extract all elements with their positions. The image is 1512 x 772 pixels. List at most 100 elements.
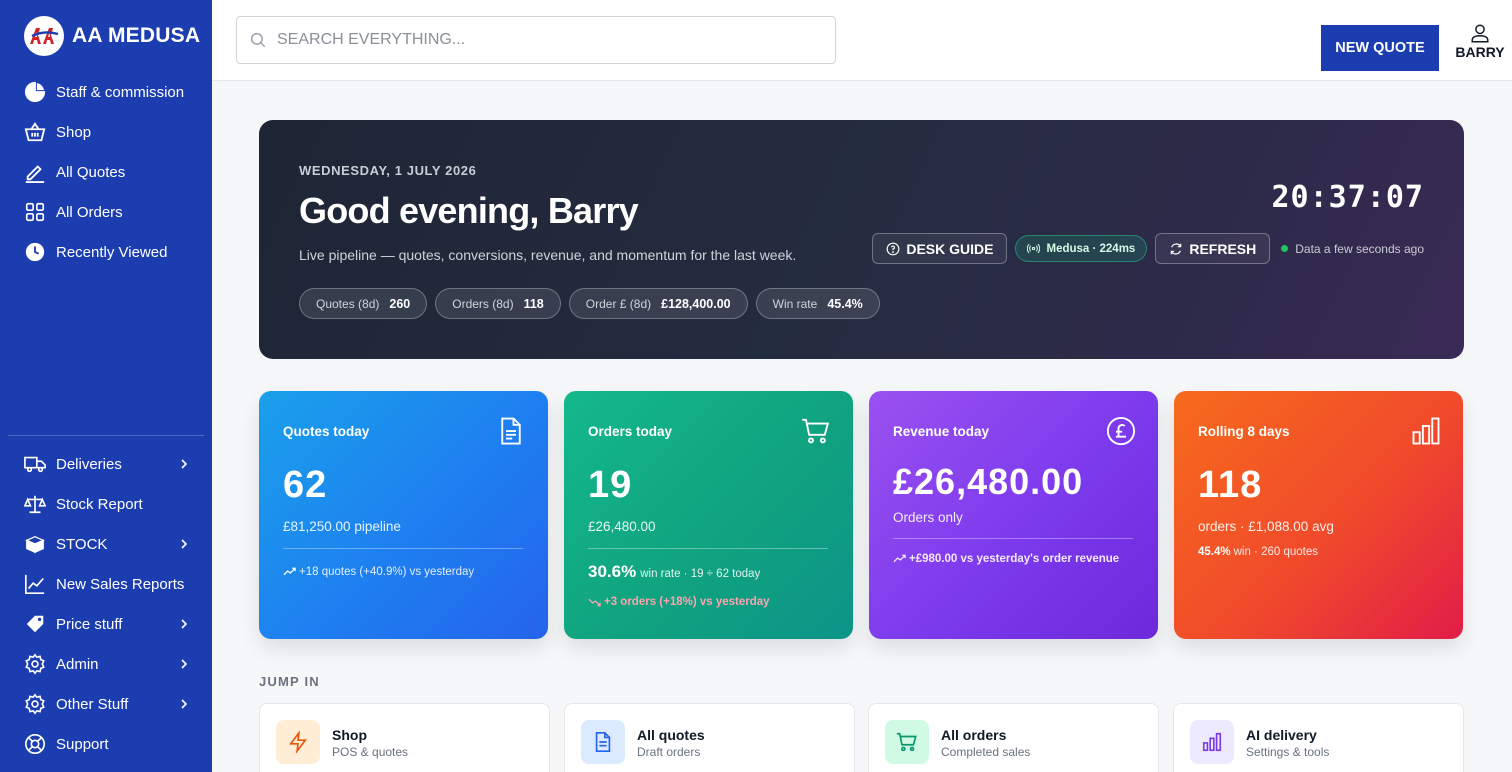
pound-icon — [1106, 416, 1136, 446]
refresh-label: REFRESH — [1189, 240, 1257, 257]
desk-guide-button[interactable]: DESK GUIDE — [872, 233, 1008, 264]
jump-card-all-orders[interactable]: All orders Completed sales — [868, 703, 1159, 772]
sidebar-item-label: Admin — [56, 655, 99, 673]
bar-chart-icon — [1190, 720, 1234, 764]
pill-label: Win rate — [772, 296, 818, 311]
jump-card-title: All orders — [941, 727, 1007, 743]
freshness-label: Data a few seconds ago — [1295, 241, 1424, 256]
brand-logo — [24, 16, 64, 56]
kpi-card-quotes[interactable]: Quotes today 62 £81,250.00 pipeline +18 … — [259, 391, 548, 639]
box-icon — [24, 533, 46, 555]
pill-value: 260 — [389, 296, 411, 311]
jump-card-shop[interactable]: Shop POS & quotes — [259, 703, 550, 772]
sidebar-item-label: Stock Report — [56, 495, 143, 513]
sidebar-divider — [8, 435, 204, 436]
trend-down-icon — [588, 598, 601, 607]
win-pct: 45.4% — [1198, 546, 1231, 558]
live-clock: 20:37:07 — [1271, 180, 1424, 215]
gear-icon — [24, 653, 46, 675]
pill-label: Order £ (8d) — [585, 296, 652, 311]
sidebar-item-label: Other Stuff — [56, 695, 129, 713]
sidebar-item-admin[interactable]: Admin — [24, 650, 190, 678]
search-input[interactable] — [277, 31, 817, 49]
sidebar-item-deliveries[interactable]: Deliveries — [24, 450, 190, 478]
sidebar-item-new-sales-reports[interactable]: New Sales Reports — [24, 570, 190, 598]
hero-date: WEDNESDAY, 1 JULY 2026 — [299, 163, 477, 178]
clock-icon — [24, 241, 46, 263]
kpi-subtext: £81,250.00 pipeline — [283, 519, 401, 534]
sidebar-item-staff-commission[interactable]: Staff & commission — [24, 78, 190, 106]
jump-card-subtitle: Completed sales — [941, 745, 1031, 759]
kpi-trend-text: +£980.00 vs yesterday's order revenue — [909, 553, 1120, 565]
desk-guide-label: DESK GUIDE — [906, 240, 994, 257]
broadcast-icon — [1027, 243, 1041, 254]
scale-icon — [24, 493, 46, 515]
win-rate-text: win rate · 19 ÷ 62 today — [640, 568, 761, 580]
sidebar-item-all-orders[interactable]: All Orders — [24, 198, 190, 226]
bar-chart-icon — [1412, 417, 1440, 445]
kpi-title: Revenue today — [893, 424, 990, 439]
hero-panel: WEDNESDAY, 1 JULY 2026 Good evening, Bar… — [259, 120, 1464, 359]
hero-actions: DESK GUIDE Medusa · 224ms REFRESH Data a… — [872, 233, 1424, 264]
sidebar-item-shop[interactable]: Shop — [24, 118, 190, 146]
new-quote-button[interactable]: NEW QUOTE — [1321, 25, 1439, 71]
search-icon — [250, 32, 266, 48]
sidebar-item-label: Price stuff — [56, 615, 123, 633]
data-freshness: Data a few seconds ago — [1281, 242, 1424, 256]
jump-card-title: Shop — [332, 727, 367, 743]
line-chart-icon — [24, 573, 46, 595]
topbar: NEW QUOTE BARRY — [212, 0, 1512, 81]
sidebar-item-label: New Sales Reports — [56, 575, 185, 593]
user-menu[interactable]: BARRY — [1448, 22, 1512, 60]
sidebar-item-label: All Quotes — [56, 163, 126, 181]
tag-icon — [24, 613, 46, 635]
basket-icon — [24, 121, 46, 143]
user-name: BARRY — [1455, 44, 1505, 60]
search-box[interactable] — [236, 16, 836, 64]
kpi-title: Quotes today — [283, 424, 370, 439]
kpi-divider — [588, 548, 828, 549]
brand[interactable]: AA MEDUSA — [24, 15, 200, 57]
sidebar-item-label: STOCK — [56, 535, 108, 553]
brand-name: AA MEDUSA — [72, 24, 201, 47]
jump-card-all-quotes[interactable]: All quotes Draft orders — [564, 703, 855, 772]
chevron-right-icon — [181, 459, 188, 469]
chevron-right-icon — [181, 539, 188, 549]
jump-card-ai-delivery[interactable]: AI delivery Settings & tools — [1173, 703, 1464, 772]
sidebar-item-recently-viewed[interactable]: Recently Viewed — [24, 238, 190, 266]
cart-icon — [885, 720, 929, 764]
sidebar-item-support[interactable]: Support — [24, 730, 190, 758]
sidebar-item-stock-report[interactable]: Stock Report — [24, 490, 190, 518]
sidebar-item-label: All Orders — [56, 203, 123, 221]
trend-up-icon — [893, 554, 906, 563]
kpi-card-revenue[interactable]: Revenue today £26,480.00 Orders only +£9… — [869, 391, 1158, 639]
kpi-card-rolling-8-days[interactable]: Rolling 8 days 118 orders · £1,088.00 av… — [1174, 391, 1463, 639]
sidebar-item-label: Shop — [56, 123, 92, 141]
grid-icon — [24, 201, 46, 223]
sidebar-item-label: Support — [56, 735, 109, 753]
kpi-subtext: Orders only — [893, 510, 963, 525]
kpi-value: 118 — [1198, 464, 1263, 506]
chevron-right-icon — [181, 699, 188, 709]
sidebar-item-other-stuff[interactable]: Other Stuff — [24, 690, 190, 718]
sidebar-item-price-stuff[interactable]: Price stuff — [24, 610, 190, 638]
kpi-card-orders[interactable]: Orders today 19 £26,480.00 30.6% win rat… — [564, 391, 853, 639]
sidebar-item-stock[interactable]: STOCK — [24, 530, 190, 558]
kpi-trend-text: +18 quotes (+40.9%) vs yesterday — [299, 566, 475, 578]
aa-logo-icon — [30, 28, 59, 44]
kpi-trend-text: +3 orders (+18%) vs yesterday — [604, 596, 770, 608]
kpi-subtext: £26,480.00 — [588, 519, 656, 534]
sidebar-item-label: Deliveries — [56, 455, 122, 473]
lightning-icon — [276, 720, 320, 764]
pill-value: £128,400.00 — [661, 296, 731, 311]
win-rate-value: 30.6% — [588, 562, 637, 581]
chevron-right-icon — [181, 619, 188, 629]
pill-label: Orders (8d) — [452, 296, 514, 311]
sidebar-item-all-quotes[interactable]: All Quotes — [24, 158, 190, 186]
refresh-button[interactable]: REFRESH — [1155, 233, 1271, 264]
jump-in-heading: JUMP IN — [259, 674, 320, 689]
pie-chart-icon — [24, 81, 46, 103]
kpi-win-summary: 45.4% win · 260 quotes — [1198, 546, 1318, 558]
chevron-right-icon — [181, 659, 188, 669]
kpi-title: Rolling 8 days — [1198, 424, 1290, 439]
